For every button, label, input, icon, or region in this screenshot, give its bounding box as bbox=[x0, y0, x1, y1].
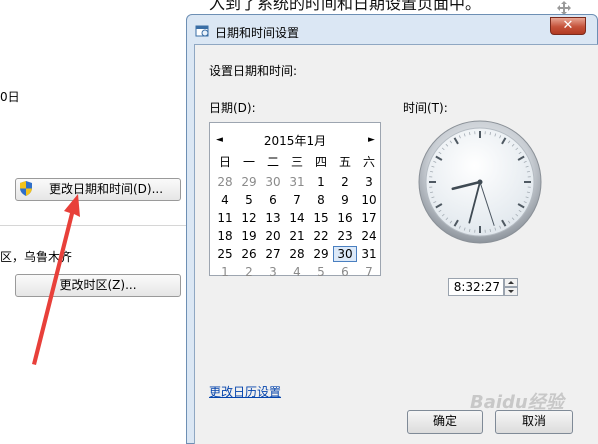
weekday-header: 二 bbox=[266, 155, 279, 169]
calendar-day[interactable]: 10 bbox=[357, 192, 381, 208]
calendar-day[interactable]: 17 bbox=[357, 210, 381, 226]
calendar-day[interactable]: 15 bbox=[309, 210, 333, 226]
dialog-title: 日期和时间设置 bbox=[215, 26, 300, 40]
calendar-day[interactable]: 4 bbox=[285, 264, 309, 280]
calendar-day[interactable]: 11 bbox=[213, 210, 237, 226]
time-label: 时间(T): bbox=[403, 101, 448, 115]
calendar-clock-icon bbox=[195, 25, 209, 37]
calendar-day[interactable]: 9 bbox=[333, 192, 357, 208]
weekday-header: 日 bbox=[218, 155, 231, 169]
calendar-day[interactable]: 2 bbox=[237, 264, 261, 280]
calendar-day[interactable]: 3 bbox=[357, 174, 381, 190]
calendar-day[interactable]: 7 bbox=[285, 192, 309, 208]
weekday-header: 一 bbox=[242, 155, 255, 169]
calendar-day[interactable]: 31 bbox=[357, 246, 381, 262]
calendar-day[interactable]: 1 bbox=[213, 264, 237, 280]
calendar-day[interactable]: 6 bbox=[333, 264, 357, 280]
watermark: Baidu经验 bbox=[470, 392, 564, 413]
calendar-day[interactable]: 6 bbox=[261, 192, 285, 208]
calendar-day[interactable]: 14 bbox=[285, 210, 309, 226]
calendar-day[interactable]: 26 bbox=[237, 246, 261, 262]
calendar-day[interactable]: 31 bbox=[285, 174, 309, 190]
calendar-day[interactable]: 27 bbox=[261, 246, 285, 262]
calendar-day[interactable]: 25 bbox=[213, 246, 237, 262]
change-timezone-label: 更改时区(Z)... bbox=[59, 278, 137, 292]
time-input[interactable]: 8:32:27 bbox=[448, 278, 504, 296]
calendar[interactable]: ◄ 2015年1月 ► 日一二三四五六 28 29 30 31 1 2 3 4 5 6 7 8 9 10 11… bbox=[209, 122, 381, 279]
partial-label: 0日 bbox=[0, 90, 20, 104]
calendar-day[interactable]: 12 bbox=[237, 210, 261, 226]
calendar-day[interactable]: 29 bbox=[237, 174, 261, 190]
calendar-day[interactable]: 23 bbox=[333, 228, 357, 244]
calendar-day[interactable]: 5 bbox=[309, 264, 333, 280]
calendar-day[interactable]: 16 bbox=[333, 210, 357, 226]
uac-shield-icon bbox=[20, 181, 32, 196]
calendar-day[interactable]: 18 bbox=[213, 228, 237, 244]
background-window: 0日 更改日期和时间(D)... 区，乌鲁木齐 更改时区(Z)... bbox=[0, 0, 188, 444]
change-datetime-label: 更改日期和时间(D)... bbox=[48, 182, 164, 196]
divider bbox=[0, 225, 188, 226]
calendar-day[interactable]: 28 bbox=[213, 174, 237, 190]
calendar-day[interactable]: 21 bbox=[285, 228, 309, 244]
time-spinner[interactable] bbox=[504, 278, 518, 296]
tutorial-caption: 入到了系统的时间和日期设置页面中。 bbox=[209, 0, 482, 13]
calendar-grid: 日一二三四五六 28 29 30 31 1 2 3 4 5 6 7 8 9 10 11 12 13 14 15 16 17… bbox=[210, 123, 381, 279]
calendar-day[interactable]: 13 bbox=[261, 210, 285, 226]
calendar-day[interactable]: 29 bbox=[309, 246, 333, 262]
change-timezone-button[interactable]: 更改时区(Z)... bbox=[15, 274, 181, 297]
change-calendar-link[interactable]: 更改日历设置 bbox=[209, 383, 281, 400]
weekday-header: 三 bbox=[290, 155, 303, 169]
timezone-label: 区，乌鲁木齐 bbox=[0, 250, 73, 264]
weekday-header: 六 bbox=[362, 155, 375, 169]
weekday-header: 五 bbox=[338, 155, 351, 169]
calendar-day[interactable]: 30 bbox=[261, 174, 285, 190]
close-button[interactable]: ✕ bbox=[550, 17, 586, 35]
calendar-day[interactable]: 4 bbox=[213, 192, 237, 208]
calendar-day[interactable]: 2 bbox=[333, 174, 357, 190]
weekday-header: 四 bbox=[314, 155, 327, 169]
analog-clock bbox=[418, 120, 542, 244]
dialog-heading: 设置日期和时间: bbox=[209, 64, 298, 78]
change-datetime-button[interactable]: 更改日期和时间(D)... bbox=[15, 178, 181, 201]
calendar-day[interactable]: 1 bbox=[309, 174, 333, 190]
calendar-day[interactable]: 22 bbox=[309, 228, 333, 244]
calendar-day[interactable]: 20 bbox=[261, 228, 285, 244]
calendar-day[interactable]: 8 bbox=[309, 192, 333, 208]
date-label: 日期(D): bbox=[209, 101, 256, 115]
calendar-day[interactable]: 7 bbox=[357, 264, 381, 280]
calendar-day[interactable]: 24 bbox=[357, 228, 381, 244]
calendar-day[interactable]: 28 bbox=[285, 246, 309, 262]
clock-center bbox=[477, 179, 483, 185]
calendar-day[interactable]: 5 bbox=[237, 192, 261, 208]
move-icon bbox=[557, 1, 571, 15]
calendar-day[interactable]: 3 bbox=[261, 264, 285, 280]
calendar-day[interactable]: 30 bbox=[333, 246, 357, 262]
calendar-day[interactable]: 19 bbox=[237, 228, 261, 244]
